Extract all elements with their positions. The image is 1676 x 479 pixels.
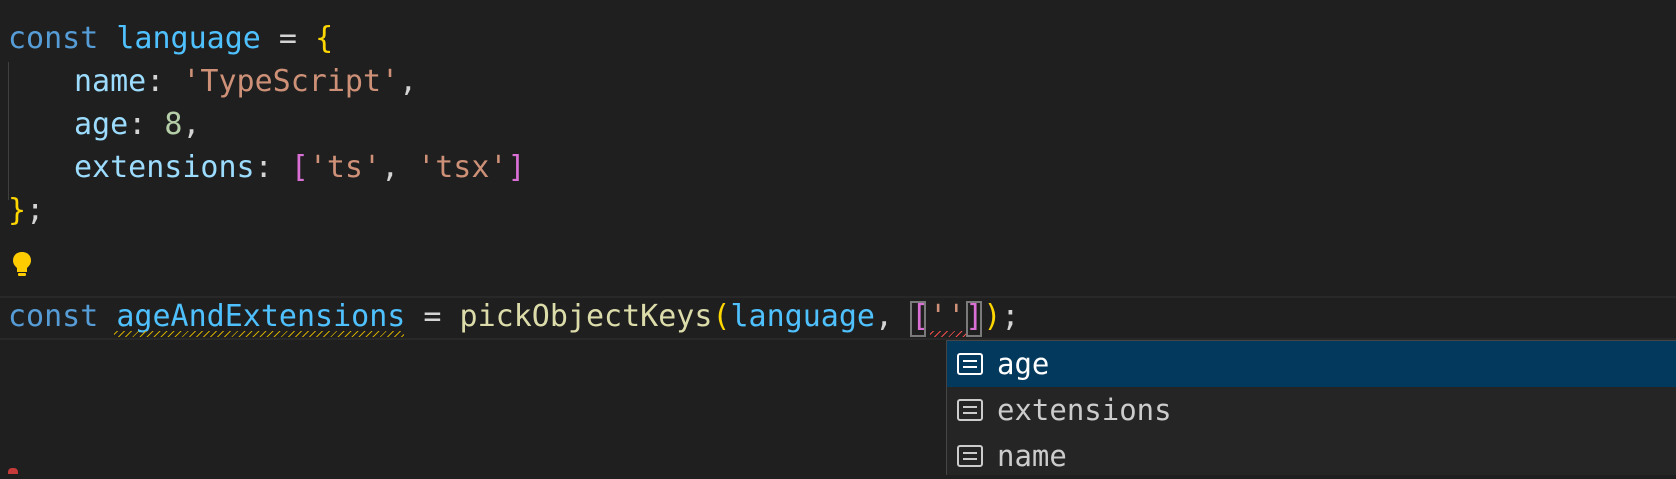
close-bracket: ] [507,150,526,185]
code-line-2[interactable]: name: 'TypeScript', [74,59,417,105]
colon: : [128,107,165,142]
argument-language: language [730,299,875,334]
error-squiggle [930,331,968,337]
property-icon [957,353,983,375]
error-marker [8,468,18,474]
identifier-ageAndExtensions: ageAndExtensions [116,299,406,334]
property-icon [957,445,983,467]
comma: , [381,150,418,185]
operator-equals: = [405,299,460,334]
function-pickObjectKeys: pickObjectKeys [459,299,713,334]
open-brace: { [315,21,334,56]
warning-squiggle [114,331,404,337]
comma: , [399,64,418,99]
suggestion-item-extensions[interactable]: extensions [947,387,1676,433]
colon: : [254,150,291,185]
close-brace: } [8,193,27,228]
code-line-4[interactable]: extensions: ['ts', 'tsx'] [74,145,526,191]
open-paren: ( [712,299,731,334]
suggestion-label: extensions [997,393,1172,427]
lightbulb-icon[interactable] [10,250,34,280]
keyword-const: const [8,21,99,56]
string-tsx: 'tsx' [417,150,508,185]
identifier-language: language [116,21,261,56]
operator-equals: = [260,21,316,56]
property-icon [957,399,983,421]
empty-string: '' [929,299,966,334]
colon: : [146,64,183,99]
code-line-1[interactable]: const language = { [8,16,333,62]
bracket-match-close [966,301,982,337]
comma: , [182,107,201,142]
close-paren: ) [983,299,1002,334]
suggestion-item-age[interactable]: age [947,341,1676,387]
code-line-3[interactable]: age: 8, [74,102,200,148]
keyword-const: const [8,299,99,334]
property-extensions: extensions [74,150,255,185]
property-name: name [74,64,147,99]
suggestion-label: age [997,347,1050,381]
suggestion-item-name[interactable]: name [947,433,1676,479]
semicolon: ; [26,193,45,228]
bracket-match-open [910,301,926,337]
string-typescript: 'TypeScript' [182,64,400,99]
semicolon: ; [1001,299,1020,334]
number-8: 8 [164,107,183,142]
suggestion-widget[interactable]: age extensions name [946,340,1676,475]
property-age: age [74,107,129,142]
code-line-5[interactable]: }; [8,188,44,234]
code-editor[interactable]: const language = { name: 'TypeScript', a… [0,0,1676,475]
string-ts: 'ts' [308,150,382,185]
comma: , [874,299,912,334]
indent-guide [8,62,9,200]
suggestion-label: name [997,439,1067,473]
open-bracket: [ [290,150,309,185]
